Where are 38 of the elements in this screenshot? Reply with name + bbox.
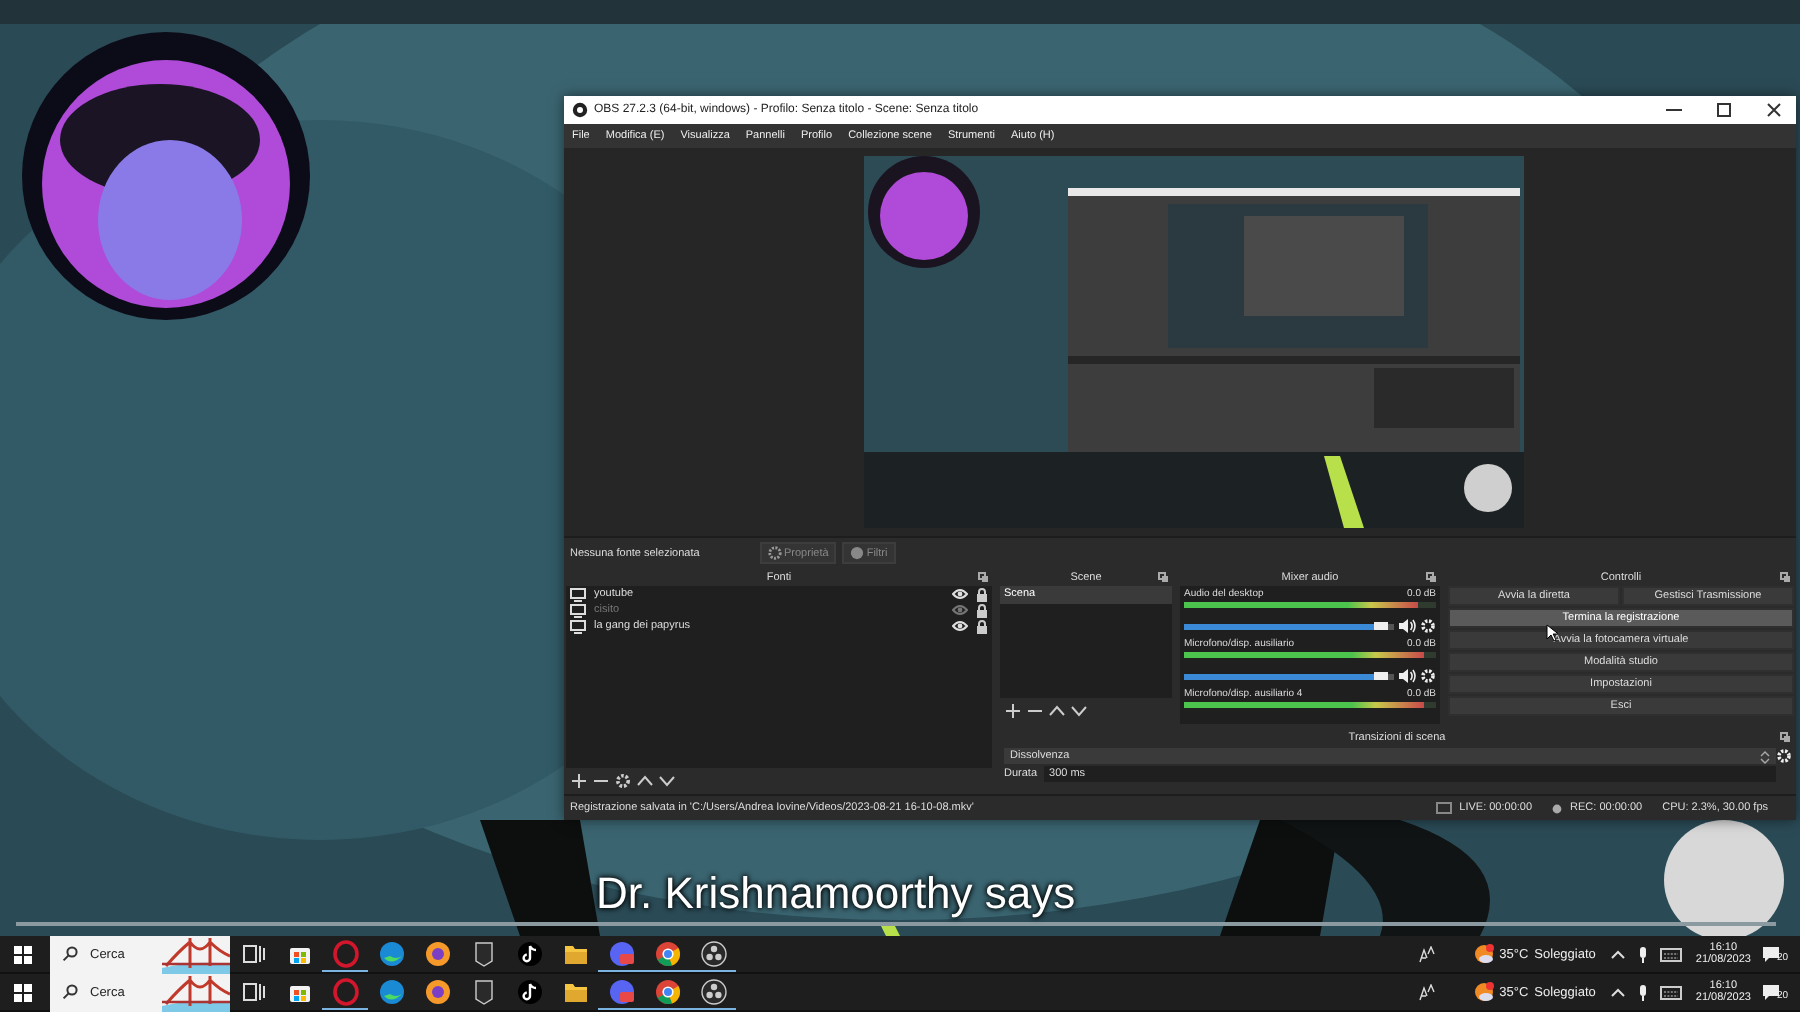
- keyboard-icon[interactable]: [1659, 985, 1682, 999]
- browser-icon: [423, 977, 451, 1005]
- browser-icon: [653, 977, 681, 1005]
- search-icon: [62, 946, 78, 962]
- task-view-icon: [239, 977, 267, 1005]
- windows-start-icon[interactable]: [14, 945, 32, 963]
- taskbar-app[interactable]: [322, 974, 368, 1010]
- music-note-icon: [515, 977, 543, 1005]
- microphone-icon[interactable]: [1637, 983, 1648, 1001]
- sun-cloud-icon: [1473, 944, 1494, 964]
- browser-icon: [653, 939, 681, 967]
- taskbar-app[interactable]: [598, 974, 644, 1010]
- taskbar-app[interactable]: [598, 936, 644, 972]
- task-view-icon: [239, 939, 267, 967]
- browser-icon: [377, 977, 405, 1005]
- pen-icon[interactable]: [1417, 945, 1436, 963]
- browser-icon: [377, 939, 405, 967]
- opera-icon: [331, 977, 359, 1005]
- chevron-up-icon[interactable]: [1609, 986, 1626, 998]
- taskbar-app[interactable]: [644, 974, 690, 1010]
- windows-start-icon[interactable]: [14, 983, 32, 1001]
- pen-icon[interactable]: [1417, 983, 1436, 1001]
- taskbar-app[interactable]: [644, 936, 690, 972]
- chevron-up-icon[interactable]: [1609, 948, 1626, 960]
- chat-icon: [607, 939, 635, 967]
- microphone-icon[interactable]: [1637, 945, 1648, 963]
- search-icon: [62, 984, 78, 1000]
- opera-icon: [331, 939, 359, 967]
- bridge-icon: [162, 973, 230, 1011]
- sun-cloud-icon: [1473, 982, 1494, 1002]
- browser-icon: [423, 939, 451, 967]
- bridge-icon: [162, 935, 230, 973]
- taskbar-app[interactable]: [322, 936, 368, 972]
- music-note-icon: [515, 939, 543, 967]
- chat-icon: [607, 977, 635, 1005]
- keyboard-icon[interactable]: [1659, 947, 1682, 961]
- taskbar-app[interactable]: [690, 936, 736, 972]
- taskbar-app[interactable]: [690, 974, 736, 1010]
